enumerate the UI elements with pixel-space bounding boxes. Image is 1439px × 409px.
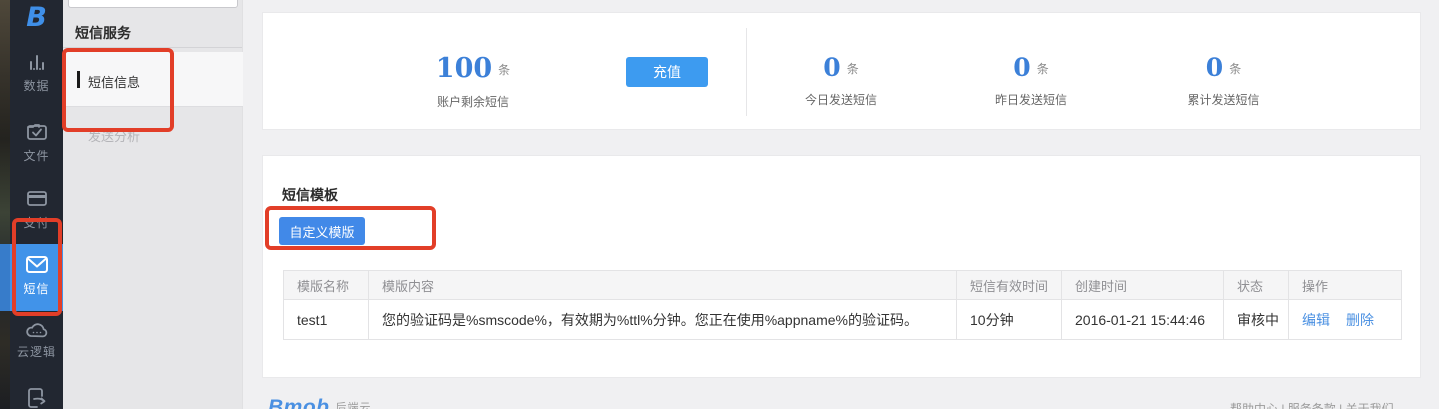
sms-submenu-panel: 短信服务 短信信息 发送分析 [63, 0, 243, 409]
submenu-title: 短信服务 [75, 23, 131, 43]
col-actions: 操作 [1289, 271, 1402, 300]
bmob-logo[interactable]: B [10, 2, 63, 34]
sidebar-item-cloud-logic[interactable]: 云逻辑 [10, 320, 63, 360]
stat-sent-total: 0条 累计发送短信 [1126, 13, 1321, 131]
template-table: 模版名称 模版内容 短信有效时间 创建时间 状态 操作 test1 您的验证码是… [283, 270, 1402, 340]
stat-value: 0条 [746, 53, 936, 82]
stat-label: 账户剩余短信 [353, 93, 593, 110]
sidebar-item-data[interactable]: 数据 [10, 52, 63, 94]
delete-link[interactable]: 删除 [1346, 312, 1374, 328]
credit-card-icon [10, 187, 63, 211]
stat-unit: 条 [498, 63, 510, 77]
col-template-content: 模版内容 [369, 271, 957, 300]
cell-created-at: 2016-01-21 15:44:46 [1062, 300, 1224, 340]
edit-link[interactable]: 编辑 [1302, 312, 1330, 328]
sidebar-item-push[interactable] [10, 386, 63, 409]
sidebar-item-label: 云逻辑 [10, 343, 63, 360]
sms-template-card: 短信模板 自定义模版 模版名称 模版内容 短信有效时间 创建时间 状态 操作 t… [262, 155, 1421, 378]
table-row: test1 您的验证码是%smscode%，有效期为%ttl%分钟。您正在使用%… [284, 300, 1402, 340]
bar-chart-icon [10, 52, 63, 74]
custom-template-button[interactable]: 自定义模版 [279, 217, 365, 245]
cloud-icon [10, 320, 63, 340]
stat-sent-today: 0条 今日发送短信 [746, 13, 936, 131]
app-selector-box[interactable] [68, 0, 238, 8]
recharge-button[interactable]: 充值 [626, 57, 708, 87]
document-arrow-icon [10, 386, 63, 409]
footer-brand-suffix: 后端云 [336, 402, 372, 409]
section-title: 短信模板 [282, 185, 338, 205]
cell-template-content: 您的验证码是%smscode%，有效期为%ttl%分钟。您正在使用%appnam… [369, 300, 957, 340]
stat-label: 今日发送短信 [746, 91, 936, 108]
envelope-icon [10, 253, 63, 277]
stat-sent-yesterday: 0条 昨日发送短信 [936, 13, 1126, 131]
sidebar-item-label: 文件 [10, 147, 63, 164]
submenu-item-send-analysis[interactable]: 发送分析 [63, 112, 243, 150]
submenu-item-label: 短信信息 [88, 72, 140, 91]
stat-value: 0条 [1126, 53, 1321, 82]
col-status: 状态 [1224, 271, 1289, 300]
sidebar-item-sms[interactable]: 短信 [0, 244, 63, 311]
stat-unit: 条 [1229, 62, 1241, 76]
stat-label: 累计发送短信 [1126, 91, 1321, 108]
cell-template-name: test1 [284, 300, 369, 340]
sidebar-item-label: 短信 [10, 280, 63, 297]
sms-stats-card: 100条 账户剩余短信 充值 0条 今日发送短信 0条 昨日发送短信 0条 累计… [262, 12, 1421, 130]
footer-bmob-logo: Bmob后端云 [268, 396, 372, 409]
sidebar-item-label: 支付 [10, 214, 63, 231]
sidebar-item-files[interactable]: 文件 [10, 120, 63, 164]
cell-actions: 编辑删除 [1289, 300, 1402, 340]
stat-value: 0条 [936, 53, 1126, 82]
submenu-item-sms-info[interactable]: 短信信息 [63, 52, 243, 107]
stat-unit: 条 [1037, 62, 1049, 76]
primary-sidebar: B 数据 文件 [0, 0, 63, 409]
footer-links[interactable]: 帮助中心 | 服务条款 | 关于我们 [1230, 400, 1425, 409]
sidebar-item-payment[interactable]: 支付 [10, 187, 63, 231]
stat-value: 100条 [353, 53, 593, 84]
background-photo-strip [0, 0, 10, 409]
cell-valid-time: 10分钟 [957, 300, 1062, 340]
stat-unit: 条 [847, 62, 859, 76]
sidebar-item-label: 数据 [10, 77, 63, 94]
table-header-row: 模版名称 模版内容 短信有效时间 创建时间 状态 操作 [284, 271, 1402, 300]
active-marker [77, 71, 80, 88]
stat-remaining-sms: 100条 账户剩余短信 [353, 13, 593, 131]
divider [63, 47, 242, 48]
stat-label: 昨日发送短信 [936, 91, 1126, 108]
submenu-item-label: 发送分析 [88, 126, 140, 145]
col-valid-time: 短信有效时间 [957, 271, 1062, 300]
col-created-at: 创建时间 [1062, 271, 1224, 300]
col-template-name: 模版名称 [284, 271, 369, 300]
cell-status: 审核中 [1224, 300, 1289, 340]
folder-check-icon [10, 120, 63, 144]
